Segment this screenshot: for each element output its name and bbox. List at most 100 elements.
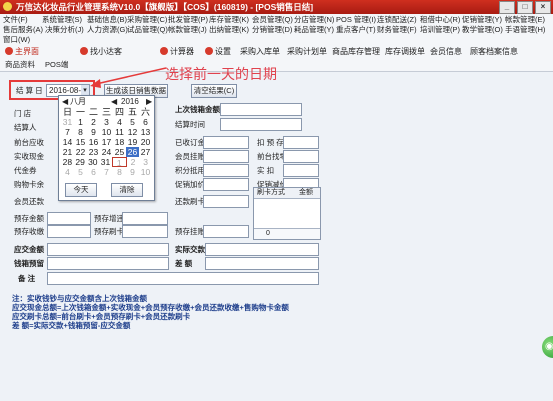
menu-inventory[interactable]: 库存管理(K) (209, 15, 249, 25)
deduct-prestore-input[interactable] (283, 136, 319, 149)
menu-teaching[interactable]: 教学管理(O) (462, 25, 503, 35)
menu-accounts-2[interactable]: 帐款管理(J) (168, 25, 207, 35)
calendar-day[interactable]: 22 (74, 147, 87, 157)
calendar-day[interactable]: 31 (61, 117, 74, 127)
tab-product-info[interactable]: 商品资料 (5, 60, 35, 70)
calendar-day[interactable]: 7 (61, 127, 74, 137)
points-deduct-input[interactable] (203, 164, 249, 177)
calendar-day[interactable]: 16 (87, 137, 100, 147)
minimize-button[interactable]: _ (499, 1, 515, 14)
calendar-day-selected[interactable]: 26 (126, 147, 139, 157)
date-picker-popup[interactable]: ◀ 八月 ◀ 2016 ▶ 日 一 二 三 四 五 六 31 1 2 3 4 5… (58, 95, 155, 201)
tab-pos[interactable]: POS端 (45, 60, 68, 70)
menu-hr[interactable]: 人力资源(G) (87, 25, 128, 35)
calendar-day[interactable]: 7 (100, 167, 113, 177)
clear-results-button[interactable]: 清空结果(C) (191, 84, 237, 98)
menu-consumables[interactable]: 耗品管理(Y) (294, 25, 334, 35)
menu-trial[interactable]: 试品管理(Q) (127, 25, 168, 35)
calendar-day[interactable]: 5 (74, 167, 87, 177)
calendar-day[interactable]: 29 (74, 157, 87, 167)
prestore-card-input[interactable] (122, 225, 168, 238)
menu-promotion[interactable]: 促销管理(Y) (462, 15, 502, 25)
prestore-increase-input[interactable] (122, 212, 168, 225)
calendar-day[interactable]: 3 (100, 117, 113, 127)
calendar-today-button[interactable]: 今天 (65, 183, 97, 197)
calendar-day[interactable]: 14 (61, 137, 74, 147)
menu-training[interactable]: 培训管理(P) (420, 25, 460, 35)
calendar-day[interactable]: 10 (139, 167, 152, 177)
prestore-collect-input[interactable] (47, 225, 91, 238)
calendar-day[interactable]: 19 (126, 137, 139, 147)
last-cashbox-input[interactable] (220, 103, 302, 116)
calendar-day[interactable]: 8 (74, 127, 87, 137)
cashbox-reserve-input[interactable] (47, 257, 169, 270)
calendar-day[interactable]: 13 (139, 127, 152, 137)
calendar-month[interactable]: 八月 (70, 96, 86, 107)
calendar-day[interactable]: 10 (100, 127, 113, 137)
calendar-day[interactable]: 9 (87, 127, 100, 137)
calendar-day[interactable]: 23 (87, 147, 100, 157)
calendar-day[interactable]: 8 (113, 167, 126, 177)
calendar-day[interactable]: 4 (61, 167, 74, 177)
calendar-day[interactable]: 27 (139, 147, 152, 157)
toolbar-transfer[interactable]: 库存调拨单 (385, 46, 425, 58)
calendar-day[interactable]: 21 (61, 147, 74, 157)
promo-markup-input[interactable] (203, 178, 249, 191)
calendar-day[interactable]: 2 (87, 117, 100, 127)
payable-input[interactable] (47, 243, 169, 256)
calendar-day[interactable]: 2 (127, 157, 140, 167)
calendar-day[interactable]: 6 (87, 167, 100, 177)
menu-accounts[interactable]: 帐款管理(E) (505, 15, 545, 25)
calendar-day[interactable]: 25 (113, 147, 126, 157)
menu-purchase[interactable]: 采购管理(C) (127, 15, 167, 25)
toolbar-home[interactable]: 主界面 (5, 46, 39, 58)
difference-input[interactable] (205, 257, 319, 270)
menu-key-clients[interactable]: 重点客户(T) (336, 25, 376, 35)
calendar-day[interactable]: 6 (139, 117, 152, 127)
menu-decision[interactable]: 决策分析(J) (45, 25, 84, 35)
prestore-amount-input[interactable] (47, 212, 91, 225)
next-year-icon[interactable]: ▶ (146, 96, 152, 107)
menu-cashier[interactable]: 出纳管理(K) (209, 25, 249, 35)
toolbar-purchase-receipt[interactable]: 采购入库单 (240, 46, 280, 58)
calendar-day[interactable]: 20 (139, 137, 152, 147)
calendar-day[interactable]: 28 (61, 157, 74, 167)
menu-chain[interactable]: 连锁配送(Z) (377, 15, 417, 25)
menu-member[interactable]: 会员管理(Q) (252, 15, 293, 25)
toolbar-purchase-plan[interactable]: 采购计划单 (287, 46, 327, 58)
calendar-day[interactable]: 4 (113, 117, 126, 127)
close-button[interactable]: × (535, 1, 551, 14)
menu-window[interactable]: 窗口(W) (3, 35, 30, 45)
maximize-button[interactable]: □ (517, 1, 533, 14)
menu-finance[interactable]: 财务管理(F) (377, 25, 417, 35)
menu-system[interactable]: 系统管理(S) (42, 15, 82, 25)
calendar-clear-button[interactable]: 清除 (111, 183, 143, 197)
calendar-day-today[interactable]: 1 (111, 157, 127, 168)
menu-pos[interactable]: POS 管理(I) (336, 15, 376, 25)
toolbar-calculator[interactable]: 计算器 (160, 46, 194, 58)
deposit-received-input[interactable] (203, 136, 249, 149)
menu-branch[interactable]: 分店管理(N) (294, 15, 334, 25)
card-payment-grid[interactable]: 刷卡方式 金额 0 (253, 187, 321, 240)
prestore-credit-input[interactable] (203, 225, 249, 238)
toolbar-customer-archive[interactable]: 顾客档案信息 (470, 46, 518, 58)
menu-wholesale[interactable]: 批发管理(P) (168, 15, 208, 25)
remark-input[interactable] (47, 272, 319, 285)
calendar-year[interactable]: 2016 (121, 96, 139, 107)
menu-distribution[interactable]: 分销管理(D) (252, 25, 292, 35)
member-credit-input[interactable] (203, 150, 249, 163)
menu-after-sales[interactable]: 售后服务(A) (3, 25, 43, 35)
prev-year-icon[interactable]: ◀ (111, 96, 117, 107)
actual-deduct-input[interactable] (283, 164, 319, 177)
repay-card-input[interactable] (203, 195, 249, 208)
toolbar-find-client[interactable]: 找小达客 (80, 46, 122, 58)
calendar-day[interactable]: 15 (74, 137, 87, 147)
menu-rental[interactable]: 租借中心(R) (420, 15, 460, 25)
calendar-day[interactable]: 17 (100, 137, 113, 147)
toolbar-member-info[interactable]: 会员信息 (430, 46, 462, 58)
calendar-day[interactable]: 5 (126, 117, 139, 127)
menu-file[interactable]: 文件(F) (3, 15, 28, 25)
toolbar-stock-mgmt[interactable]: 商品库存管理 (332, 46, 380, 58)
calendar-day[interactable]: 12 (126, 127, 139, 137)
toolbar-settings[interactable]: 设置 (205, 46, 231, 58)
